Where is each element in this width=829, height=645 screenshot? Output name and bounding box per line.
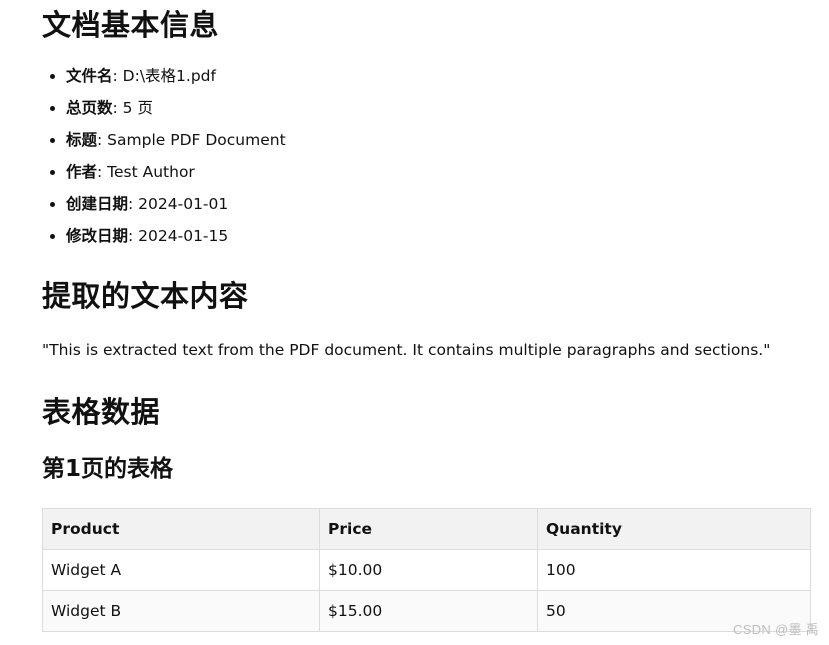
table-cell: $15.00 [319,590,538,632]
page-table-heading: 第1页的表格 [42,456,174,482]
extracted-text-paragraph: "This is extracted text from the PDF doc… [42,341,771,359]
column-header-price: Price [319,508,538,550]
info-value: 2024-01-01 [138,195,229,213]
info-item-filename: 文件名: D:\表格1.pdf [66,60,286,92]
table-cell: Widget B [42,590,320,632]
info-item-page-count: 总页数: 5 页 [66,92,286,124]
info-value: 5 页 [122,99,153,117]
info-label: 作者 [66,163,98,181]
table-cell: Widget A [42,549,320,591]
info-item-modified-date: 修改日期: 2024-01-15 [66,220,286,252]
watermark: CSDN @墨 禹 [733,622,819,637]
table-header-row: Product Price Quantity [42,508,811,550]
table-row: Widget A $10.00 100 [42,549,811,591]
info-item-title: 标题: Sample PDF Document [66,124,286,156]
info-label: 文件名 [66,67,113,85]
info-label: 总页数 [66,99,113,117]
info-value: Sample PDF Document [107,131,286,149]
extracted-text-heading: 提取的文本内容 [42,279,249,313]
info-item-created-date: 创建日期: 2024-01-01 [66,188,286,220]
column-header-product: Product [42,508,320,550]
data-table: Product Price Quantity Widget A $10.00 1… [42,508,811,632]
table-row: Widget B $15.00 50 [42,590,811,632]
basic-info-heading: 文档基本信息 [42,8,220,42]
table-cell: 100 [537,549,811,591]
table-cell: $10.00 [319,549,538,591]
info-label: 标题 [66,131,98,149]
info-value: 2024-01-15 [138,227,229,245]
info-item-author: 作者: Test Author [66,156,286,188]
info-label: 修改日期 [66,227,129,245]
column-header-quantity: Quantity [537,508,811,550]
info-value: D:\表格1.pdf [122,67,216,85]
table-data-heading: 表格数据 [42,395,161,429]
basic-info-list: 文件名: D:\表格1.pdf 总页数: 5 页 标题: Sample PDF … [42,60,286,252]
info-label: 创建日期 [66,195,129,213]
info-value: Test Author [107,163,195,181]
